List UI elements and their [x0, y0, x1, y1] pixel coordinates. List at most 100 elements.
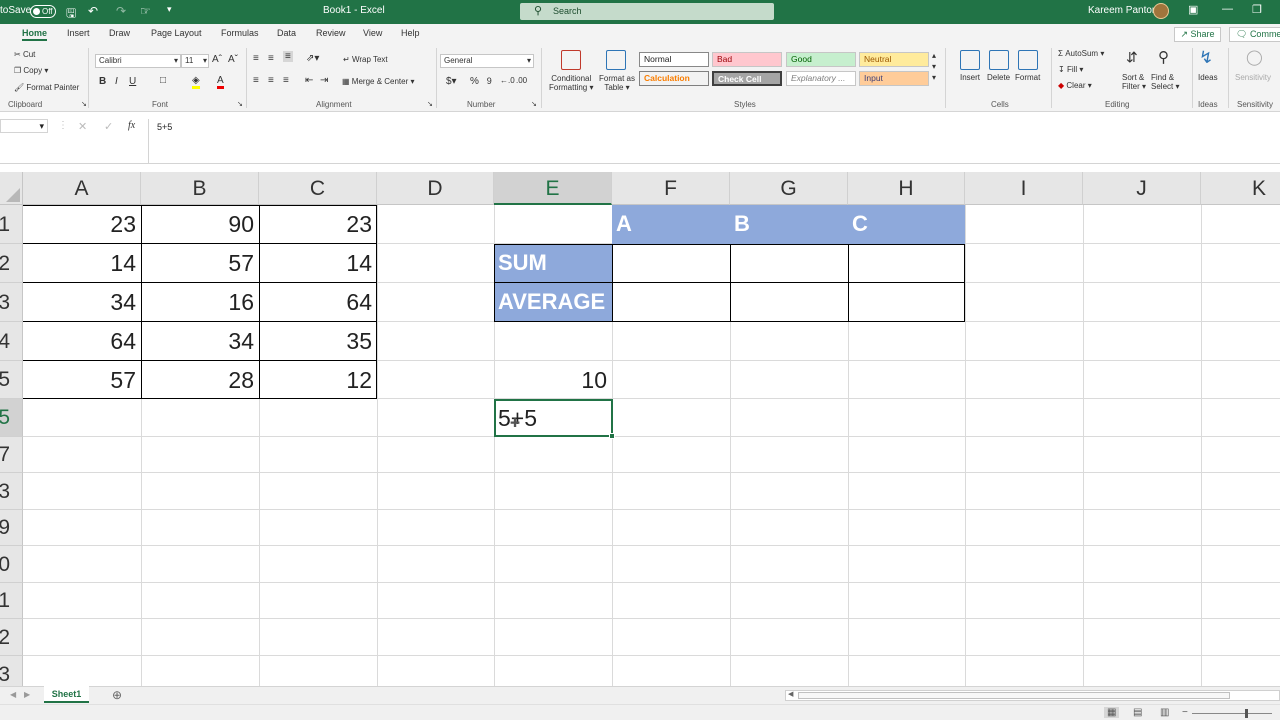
format-painter-button[interactable]: 🖌 Format Painter: [14, 83, 79, 92]
cell-c5[interactable]: 12: [259, 361, 377, 399]
page-layout-view-icon[interactable]: ▤: [1133, 707, 1142, 718]
align-center-icon[interactable]: ≡: [268, 75, 274, 86]
style-check-cell[interactable]: Check Cell: [712, 71, 782, 86]
sort-filter-label[interactable]: Sort & Filter ▾: [1122, 73, 1146, 91]
row-header-11[interactable]: 1: [0, 583, 23, 619]
worksheet-grid[interactable]: A B C D E F G H I J K 1 2 3 4 5 5 7 3 9 …: [0, 172, 1280, 686]
ideas-label[interactable]: Ideas: [1198, 73, 1218, 82]
ideas-icon[interactable]: ↯: [1199, 48, 1213, 68]
merge-center-button[interactable]: ▦ Merge & Center ▾: [342, 77, 415, 86]
percent-icon[interactable]: %: [470, 76, 479, 87]
style-normal[interactable]: Normal: [639, 52, 709, 67]
underline-icon[interactable]: U: [129, 76, 136, 87]
tab-formulas[interactable]: Formulas: [221, 28, 259, 38]
column-header-a[interactable]: A: [23, 172, 141, 205]
row-header-12[interactable]: 2: [0, 619, 23, 656]
font-name-select[interactable]: Calibri ▾: [95, 54, 181, 68]
row-header-10[interactable]: 0: [0, 546, 23, 583]
normal-view-icon[interactable]: ▦: [1104, 707, 1120, 718]
sensitivity-icon[interactable]: ◯: [1246, 48, 1263, 66]
alignment-launcher-icon[interactable]: ↘: [427, 100, 433, 108]
column-header-e[interactable]: E: [494, 172, 612, 205]
customize-qat-icon[interactable]: ▾: [167, 4, 172, 15]
number-format-select[interactable]: General ▾: [440, 54, 534, 68]
column-header-g[interactable]: G: [730, 172, 848, 205]
autosum-button[interactable]: Σ AutoSum ▾: [1058, 49, 1104, 58]
select-all-corner[interactable]: [0, 172, 23, 205]
fill-handle[interactable]: [609, 433, 615, 439]
row-header-5[interactable]: 5: [0, 361, 23, 399]
font-size-select[interactable]: 11 ▾: [181, 54, 209, 68]
column-header-i[interactable]: I: [965, 172, 1083, 205]
horizontal-scrollbar[interactable]: ◀: [785, 690, 1280, 701]
decrease-decimal-icon[interactable]: .00: [516, 76, 527, 85]
row-header-6[interactable]: 5: [0, 399, 23, 437]
find-select-label[interactable]: Find & Select ▾: [1151, 73, 1179, 91]
bold-icon[interactable]: B: [99, 76, 106, 87]
orientation-icon[interactable]: ⇗▾: [306, 53, 319, 64]
format-as-table-label[interactable]: Format as Table ▾: [599, 74, 635, 92]
style-input[interactable]: Input: [859, 71, 929, 86]
ribbon-display-icon[interactable]: ▣: [1188, 3, 1198, 16]
user-name[interactable]: Kareem Panton: [1088, 5, 1158, 16]
format-cells-label[interactable]: Format: [1015, 73, 1040, 82]
row-header-4[interactable]: 4: [0, 322, 23, 361]
align-bottom-icon[interactable]: ≡: [283, 51, 293, 62]
increase-indent-icon[interactable]: ⇥: [320, 75, 328, 86]
minimize-icon[interactable]: —: [1222, 3, 1233, 15]
page-break-view-icon[interactable]: ▥: [1160, 707, 1169, 718]
clipboard-launcher-icon[interactable]: ↘: [81, 100, 87, 108]
column-header-b[interactable]: B: [141, 172, 259, 205]
cell-e5[interactable]: 10: [494, 361, 612, 399]
style-neutral[interactable]: Neutral: [859, 52, 929, 67]
format-as-table-icon[interactable]: [606, 50, 626, 70]
find-select-icon[interactable]: ⚲: [1158, 48, 1169, 66]
sheet-tab-sheet1[interactable]: Sheet1: [44, 686, 89, 703]
cell-b4[interactable]: 34: [141, 322, 259, 360]
row-header-13[interactable]: 3: [0, 656, 23, 686]
sensitivity-label[interactable]: Sensitivity: [1235, 73, 1271, 82]
cell-c1[interactable]: 23: [259, 205, 377, 243]
row-header-9[interactable]: 9: [0, 510, 23, 546]
increase-font-icon[interactable]: Aˆ: [212, 54, 222, 65]
row-header-7[interactable]: 7: [0, 437, 23, 473]
conditional-formatting-icon[interactable]: [561, 50, 581, 70]
fx-icon[interactable]: fx: [128, 120, 135, 131]
fill-button[interactable]: ↧ Fill ▾: [1058, 65, 1083, 74]
cell-b3[interactable]: 16: [141, 283, 259, 321]
row-header-1[interactable]: 1: [0, 205, 23, 244]
style-explanatory[interactable]: Explanatory ...: [786, 71, 856, 86]
column-header-c[interactable]: C: [259, 172, 377, 205]
number-launcher-icon[interactable]: ↘: [531, 100, 537, 108]
fill-color-icon[interactable]: ◈: [192, 75, 200, 89]
styles-scroll-icon[interactable]: ▴ ▾ ▾: [932, 50, 936, 83]
name-box[interactable]: ▾: [0, 119, 48, 133]
align-middle-icon[interactable]: ≡: [268, 53, 274, 64]
column-header-h[interactable]: H: [848, 172, 965, 205]
tab-draw[interactable]: Draw: [109, 28, 130, 38]
autosave-toggle[interactable]: Off: [30, 5, 56, 18]
share-button[interactable]: ↗ Share: [1174, 27, 1221, 42]
borders-icon[interactable]: □: [160, 75, 166, 86]
insert-cells-label[interactable]: Insert: [960, 73, 980, 82]
cell-b1[interactable]: 90: [141, 205, 259, 243]
column-header-f[interactable]: F: [612, 172, 730, 205]
cell-a5[interactable]: 57: [23, 361, 141, 399]
insert-cells-icon[interactable]: [960, 50, 980, 70]
tab-page-layout[interactable]: Page Layout: [151, 28, 202, 38]
cancel-icon[interactable]: ✕: [78, 120, 87, 133]
style-bad[interactable]: Bad: [712, 52, 782, 67]
cell-f1[interactable]: A: [612, 205, 730, 243]
zoom-slider-thumb[interactable]: [1245, 709, 1248, 718]
format-cells-icon[interactable]: [1018, 50, 1038, 70]
cell-a1[interactable]: 23: [23, 205, 141, 243]
next-sheet-icon[interactable]: ▶: [24, 690, 30, 699]
tab-insert[interactable]: Insert: [67, 28, 90, 38]
enter-icon[interactable]: ✓: [104, 120, 113, 133]
font-launcher-icon[interactable]: ↘: [237, 100, 243, 108]
style-calculation[interactable]: Calculation: [639, 71, 709, 86]
restore-icon[interactable]: ❐: [1252, 3, 1262, 16]
cell-h1[interactable]: C: [848, 205, 965, 243]
row-header-8[interactable]: 3: [0, 473, 23, 510]
style-good[interactable]: Good: [786, 52, 856, 67]
